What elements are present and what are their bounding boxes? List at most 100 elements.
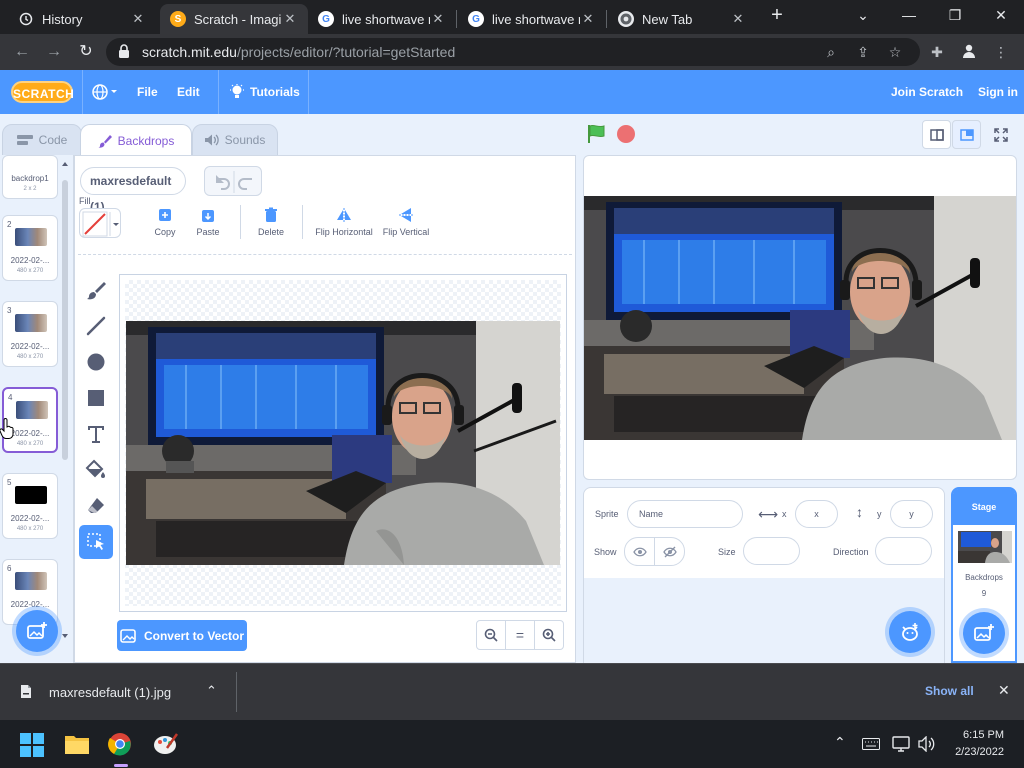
convert-to-vector-button[interactable]: Convert to Vector	[117, 620, 247, 651]
download-filename[interactable]: maxresdefault (1).jpg	[49, 685, 171, 700]
zoom-magnifier-icon[interactable]: ⌕	[822, 43, 840, 61]
small-stage-button[interactable]	[922, 120, 951, 149]
paint-app-icon[interactable]	[153, 732, 179, 756]
tab-history[interactable]: History ✕	[8, 4, 156, 34]
tab-code-label: Code	[38, 133, 68, 147]
network-icon[interactable]	[892, 736, 910, 752]
close-tab-icon[interactable]: ✕	[730, 11, 746, 27]
costume-name-input[interactable]: maxresdefault (1)	[80, 167, 186, 214]
sign-in-link[interactable]: Sign in	[978, 70, 1018, 114]
tab-backdrops[interactable]: Backdrops	[80, 124, 192, 156]
brush-tool[interactable]	[79, 274, 113, 308]
choose-sprite-button[interactable]	[889, 611, 931, 653]
fill-tool[interactable]	[79, 453, 113, 487]
text-tool[interactable]	[79, 417, 113, 451]
zoom-in-button[interactable]	[534, 620, 564, 650]
delete-button[interactable]: Delete	[255, 207, 287, 245]
close-window-icon[interactable]: ✕	[986, 4, 1016, 26]
green-flag-icon[interactable]	[586, 124, 608, 144]
menu-file[interactable]: File	[137, 70, 158, 114]
language-globe-icon[interactable]	[92, 70, 124, 114]
restore-icon[interactable]: ❐	[940, 4, 970, 26]
flip-horizontal-button[interactable]: Flip Horizontal	[312, 207, 376, 245]
close-tab-icon[interactable]: ✕	[430, 11, 446, 27]
zoom-out-button[interactable]	[476, 620, 506, 650]
bookmark-star-icon[interactable]: ☆	[886, 43, 904, 61]
back-arrow-icon[interactable]: ←	[10, 40, 34, 64]
list-item[interactable]: 5 2022-02-... 480 x 270	[2, 473, 58, 539]
paste-button[interactable]: Paste	[193, 207, 223, 245]
extensions-puzzle-icon[interactable]: ✚	[928, 43, 946, 61]
new-tab-plus-icon[interactable]: +	[762, 4, 792, 26]
show-hidden-icons-chevron-icon[interactable]: ⌃	[834, 734, 846, 751]
eraser-tool[interactable]	[79, 489, 113, 523]
windows-start-icon[interactable]	[20, 733, 44, 757]
scratch-logo[interactable]: SCRATCH	[11, 81, 74, 103]
tab-search-chevron-icon[interactable]: ⌄	[848, 4, 878, 26]
profile-icon[interactable]	[960, 43, 978, 61]
menu-edit[interactable]: Edit	[177, 70, 200, 114]
backdrop-name: backdrop1	[11, 174, 49, 183]
close-download-bar-icon[interactable]: ✕	[998, 682, 1010, 699]
tab-sounds[interactable]: Sounds	[192, 124, 278, 156]
sprite-x-input[interactable]: x	[795, 500, 838, 528]
address-bar[interactable]: scratch.mit.edu/projects/editor/?tutoria…	[106, 38, 920, 66]
sprite-size-input[interactable]	[743, 537, 800, 565]
list-item[interactable]: 3 2022-02-... 480 x 270	[2, 301, 58, 367]
choose-backdrop-button[interactable]	[16, 610, 58, 652]
backdrop-size: 2 x 2	[23, 186, 37, 192]
reload-icon[interactable]: ↻	[74, 40, 98, 64]
sprite-direction-input[interactable]	[875, 537, 932, 565]
share-icon[interactable]: ⇪	[854, 43, 872, 61]
undo-icon[interactable]	[216, 175, 230, 190]
volume-icon[interactable]	[918, 736, 936, 752]
copy-button[interactable]: Copy	[150, 207, 180, 245]
normal-stage-button[interactable]	[952, 120, 981, 149]
close-tab-icon[interactable]: ✕	[130, 11, 146, 27]
join-scratch-link[interactable]: Join Scratch	[891, 70, 963, 114]
chrome-taskbar-icon[interactable]	[108, 732, 132, 756]
tab-google-1[interactable]: G live shortwave r ✕	[308, 4, 456, 34]
minimize-icon[interactable]: —	[894, 4, 924, 26]
sprite-name-input[interactable]: Name	[627, 500, 743, 528]
lightbulb-icon	[230, 70, 248, 114]
clock-date[interactable]: 2/23/2022	[942, 746, 1004, 758]
sprite-y-input[interactable]: y	[890, 500, 933, 528]
download-options-chevron-icon[interactable]: ⌃	[206, 683, 217, 699]
backdrop-photo[interactable]	[126, 321, 560, 565]
forward-arrow-icon[interactable]: →	[42, 40, 66, 64]
select-marquee-icon	[87, 533, 104, 550]
fill-color-picker[interactable]	[79, 208, 121, 238]
code-blocks-icon	[16, 135, 33, 145]
lock-icon[interactable]	[118, 44, 130, 58]
choose-stage-backdrop-button[interactable]	[963, 612, 1005, 654]
tab-code[interactable]: Code	[2, 124, 82, 156]
flip-vertical-button[interactable]: Flip Vertical	[380, 207, 432, 245]
menu-tutorials[interactable]: Tutorials	[250, 70, 300, 114]
list-item[interactable]: 2 2022-02-... 480 x 270	[2, 215, 58, 281]
close-tab-icon[interactable]: ✕	[580, 11, 596, 27]
stage[interactable]	[583, 155, 1017, 480]
file-explorer-icon[interactable]	[64, 733, 90, 755]
tab-google-2[interactable]: G live shortwave r ✕	[458, 4, 606, 34]
tab-scratch[interactable]: S Scratch - Imagine ✕	[160, 4, 308, 34]
close-tab-icon[interactable]: ✕	[282, 11, 298, 27]
stage-selector-title: Stage	[953, 489, 1015, 525]
redo-icon[interactable]	[238, 178, 252, 190]
fullscreen-button[interactable]	[986, 120, 1015, 149]
circle-tool[interactable]	[79, 345, 113, 379]
zoom-reset-button[interactable]: =	[505, 620, 535, 650]
hide-sprite-button[interactable]	[654, 537, 685, 566]
list-item[interactable]: backdrop1 2 x 2	[2, 155, 58, 199]
rectangle-tool[interactable]	[79, 381, 113, 415]
clock-time[interactable]: 6:15 PM	[948, 729, 1004, 741]
backdrop-list-scrollbar[interactable]	[60, 158, 70, 642]
chrome-menu-icon[interactable]: ⋮	[992, 43, 1010, 61]
tab-new-tab[interactable]: New Tab ✕	[608, 4, 756, 34]
stop-sign-icon[interactable]	[617, 125, 635, 143]
select-tool[interactable]	[79, 525, 113, 559]
keyboard-icon[interactable]	[862, 738, 880, 750]
show-sprite-button[interactable]	[624, 537, 655, 566]
line-tool[interactable]	[79, 309, 113, 343]
show-all-downloads-link[interactable]: Show all	[925, 684, 974, 698]
